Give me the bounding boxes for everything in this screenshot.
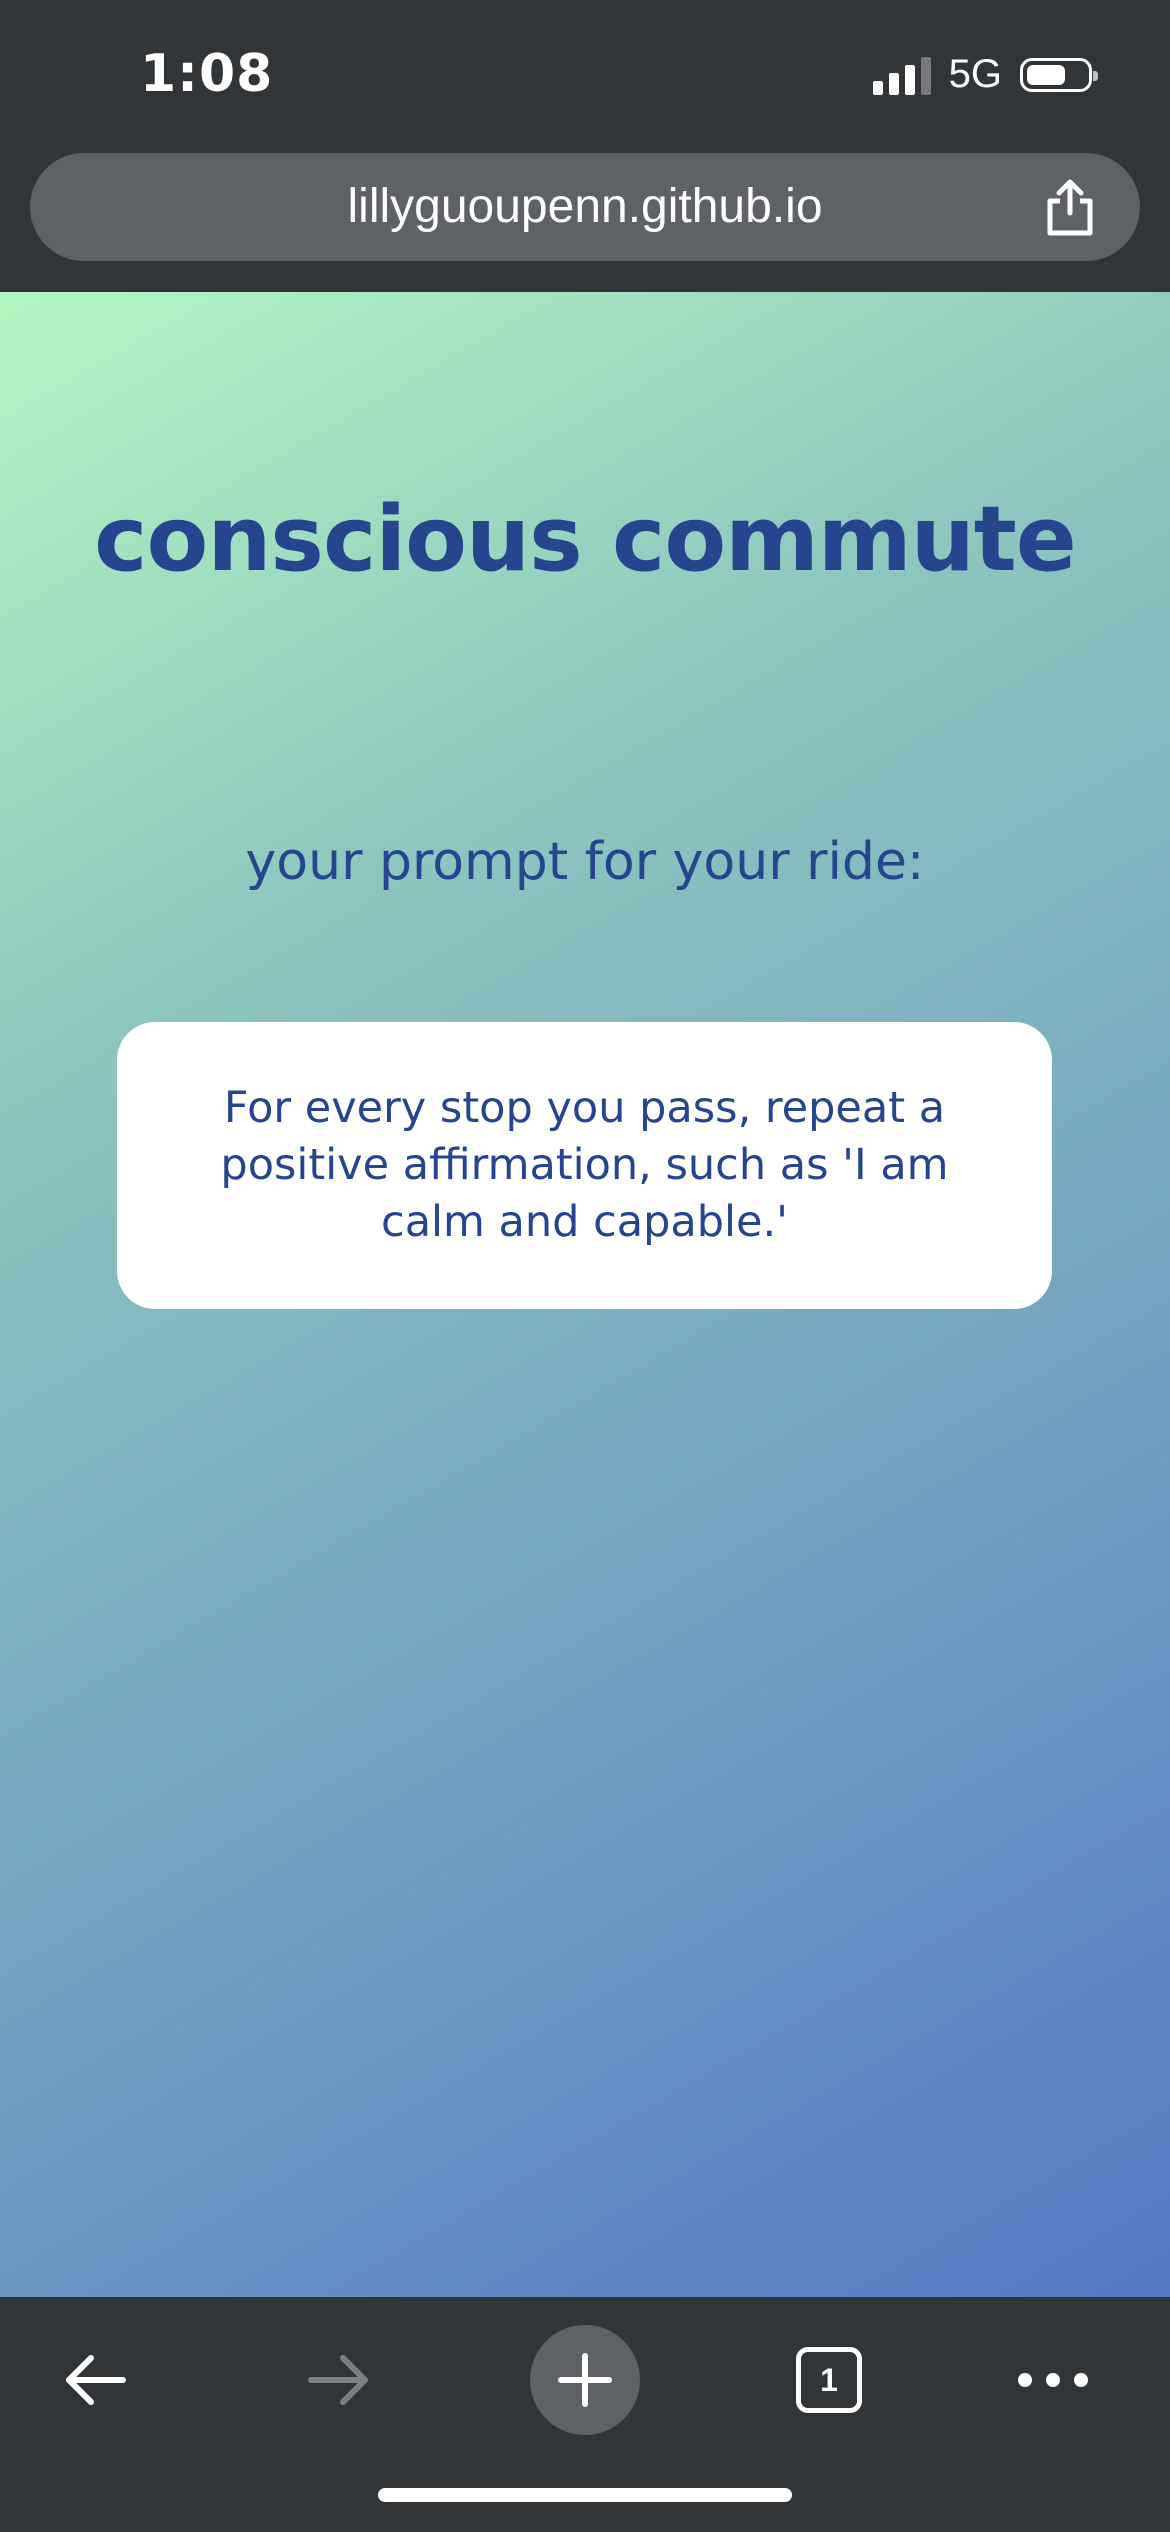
url-text[interactable]: lillyguoupenn.github.io (30, 179, 1140, 234)
network-type: 5G (948, 52, 1002, 96)
prompt-label: your prompt for your ride: (245, 832, 925, 892)
status-time: 1:08 (140, 44, 274, 104)
signal-strength-icon (872, 55, 931, 95)
prompt-text: For every stop you pass, repeat a positi… (220, 1083, 949, 1247)
forward-button[interactable] (284, 2325, 394, 2435)
phone-screen: 1:08 5G lillyguoupenn.github.io consciou… (0, 0, 1170, 2532)
plus-icon (558, 2353, 612, 2407)
share-icon[interactable] (1042, 177, 1098, 237)
prompt-card: For every stop you pass, repeat a positi… (117, 1022, 1052, 1309)
battery-icon (1020, 57, 1098, 92)
tab-count: 1 (796, 2347, 862, 2413)
address-bar[interactable]: lillyguoupenn.github.io (30, 153, 1140, 261)
battery-level (1027, 64, 1066, 85)
arrow-left-icon (66, 2355, 126, 2405)
arrow-right-icon (308, 2355, 368, 2405)
back-button[interactable] (40, 2325, 150, 2435)
web-content: conscious commute your prompt for your r… (0, 292, 1170, 2297)
new-tab-button[interactable] (530, 2325, 640, 2435)
home-indicator[interactable] (378, 2488, 792, 2502)
page-title: conscious commute (94, 487, 1077, 592)
menu-button[interactable] (998, 2325, 1108, 2435)
status-indicators: 5G (872, 52, 1098, 97)
tabs-button[interactable]: 1 (774, 2325, 884, 2435)
status-bar: 1:08 5G (0, 0, 1170, 150)
more-horizontal-icon (1018, 2373, 1088, 2387)
